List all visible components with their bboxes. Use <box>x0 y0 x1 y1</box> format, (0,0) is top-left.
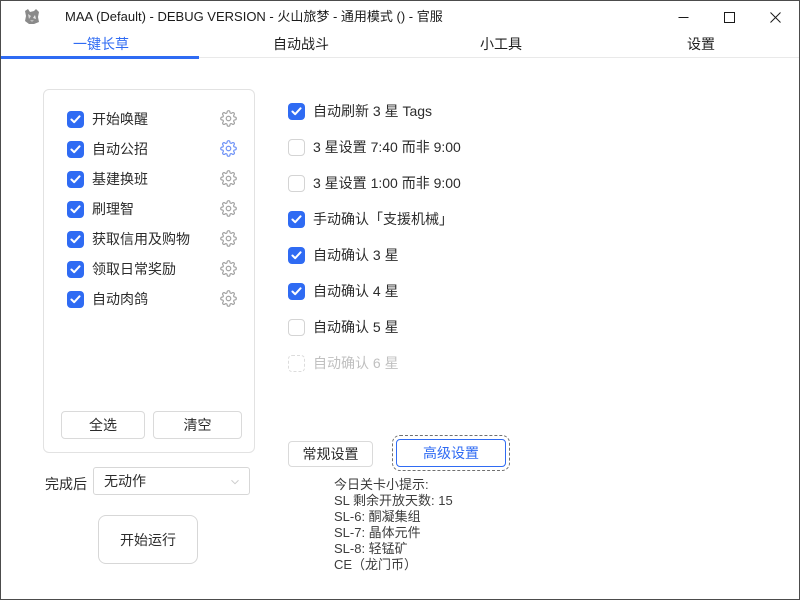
checkbox[interactable] <box>67 231 84 248</box>
tab-copilot[interactable]: 自动战斗 <box>201 33 401 58</box>
option-label[interactable]: 自动确认 3 星 <box>313 245 399 265</box>
task-label[interactable]: 自动肉鸽 <box>92 289 148 309</box>
after-completion-dropdown[interactable]: 无动作 <box>93 467 250 495</box>
gear-icon[interactable] <box>220 170 237 187</box>
start-run-button[interactable]: 开始运行 <box>98 515 198 564</box>
clear-button[interactable]: 清空 <box>153 411 242 439</box>
maa-window: MAA (Default) - DEBUG VERSION - 火山旅梦 - 通… <box>0 0 800 600</box>
app-logo-icon <box>22 7 42 27</box>
tip-line: SL-6: 酮凝集组 <box>334 509 453 525</box>
gear-icon[interactable] <box>220 110 237 127</box>
task-row-roguelike: 自动肉鸽 <box>67 288 242 310</box>
regular-settings-button[interactable]: 常规设置 <box>288 441 373 467</box>
tab-toolbox[interactable]: 小工具 <box>401 33 601 58</box>
option-manual-robot: 手动确认「支援机械」 <box>288 208 453 230</box>
task-label[interactable]: 基建换班 <box>92 169 148 189</box>
option-3star-100: 3 星设置 1:00 而非 9:00 <box>288 172 461 194</box>
checkbox[interactable] <box>288 175 305 192</box>
select-all-button[interactable]: 全选 <box>61 411 145 439</box>
maximize-button[interactable] <box>706 1 752 33</box>
window-controls <box>660 1 798 33</box>
checkbox[interactable] <box>288 103 305 120</box>
checkbox[interactable] <box>288 283 305 300</box>
task-label[interactable]: 开始唤醒 <box>92 109 148 129</box>
tip-line: 今日关卡小提示: <box>334 477 453 493</box>
after-completion-label: 完成后 <box>45 474 87 494</box>
checkbox[interactable] <box>67 291 84 308</box>
option-label[interactable]: 自动确认 5 星 <box>313 317 399 337</box>
task-label[interactable]: 获取信用及购物 <box>92 229 190 249</box>
close-button[interactable] <box>752 1 798 33</box>
option-auto-5star: 自动确认 5 星 <box>288 316 399 338</box>
tab-farming[interactable]: 一键长草 <box>1 33 201 58</box>
option-label[interactable]: 自动刷新 3 星 Tags <box>313 101 432 121</box>
option-label[interactable]: 3 星设置 1:00 而非 9:00 <box>313 173 461 193</box>
titlebar: MAA (Default) - DEBUG VERSION - 火山旅梦 - 通… <box>1 1 799 33</box>
checkbox[interactable] <box>67 261 84 278</box>
tip-line: SL 剩余开放天数: 15 <box>334 493 453 509</box>
tip-line: SL-8: 轻锰矿 <box>334 541 453 557</box>
checkbox[interactable] <box>288 247 305 264</box>
option-auto-4star: 自动确认 4 星 <box>288 280 399 302</box>
option-label[interactable]: 3 星设置 7:40 而非 9:00 <box>313 137 461 157</box>
gear-icon[interactable] <box>220 230 237 247</box>
task-label[interactable]: 领取日常奖励 <box>92 259 176 279</box>
minimize-button[interactable] <box>660 1 706 33</box>
tab-settings[interactable]: 设置 <box>601 33 800 58</box>
option-refresh-3star-tags: 自动刷新 3 星 Tags <box>288 100 432 122</box>
window-title: MAA (Default) - DEBUG VERSION - 火山旅梦 - 通… <box>65 1 443 33</box>
option-label[interactable]: 自动确认 4 星 <box>313 281 399 301</box>
checkbox[interactable] <box>67 171 84 188</box>
task-row-mall: 获取信用及购物 <box>67 228 242 250</box>
task-row-fight: 刷理智 <box>67 198 242 220</box>
task-row-recruit: 自动公招 <box>67 138 242 160</box>
gear-icon[interactable] <box>220 200 237 217</box>
option-3star-740: 3 星设置 7:40 而非 9:00 <box>288 136 461 158</box>
checkbox[interactable] <box>288 319 305 336</box>
task-list-panel: 开始唤醒 自动公招 基建换班 刷理智 获取信用及购物 领取日常奖励 <box>43 89 255 453</box>
task-row-infrast: 基建换班 <box>67 168 242 190</box>
checkbox[interactable] <box>288 139 305 156</box>
stage-tips: 今日关卡小提示: SL 剩余开放天数: 15 SL-6: 酮凝集组 SL-7: … <box>334 477 453 573</box>
task-row-wakeup: 开始唤醒 <box>67 108 242 130</box>
option-auto-3star: 自动确认 3 星 <box>288 244 399 266</box>
chevron-down-icon <box>228 475 242 489</box>
checkbox[interactable] <box>67 111 84 128</box>
task-label[interactable]: 刷理智 <box>92 199 134 219</box>
gear-icon[interactable] <box>220 140 237 157</box>
option-auto-6star: 自动确认 6 星 <box>288 352 399 374</box>
tip-line: CE（龙门币） <box>334 557 453 573</box>
checkbox[interactable] <box>288 211 305 228</box>
gear-icon[interactable] <box>220 260 237 277</box>
task-label[interactable]: 自动公招 <box>92 139 148 159</box>
tabbar: 一键长草 自动战斗 小工具 设置 <box>1 33 799 58</box>
checkbox[interactable] <box>67 141 84 158</box>
dropdown-value: 无动作 <box>104 471 146 491</box>
tip-line: SL-7: 晶体元件 <box>334 525 453 541</box>
checkbox[interactable] <box>67 201 84 218</box>
task-row-award: 领取日常奖励 <box>67 258 242 280</box>
gear-icon[interactable] <box>220 290 237 307</box>
option-label[interactable]: 手动确认「支援机械」 <box>313 209 453 229</box>
checkbox <box>288 355 305 372</box>
option-label: 自动确认 6 星 <box>313 353 399 373</box>
advanced-settings-button[interactable]: 高级设置 <box>396 439 506 467</box>
